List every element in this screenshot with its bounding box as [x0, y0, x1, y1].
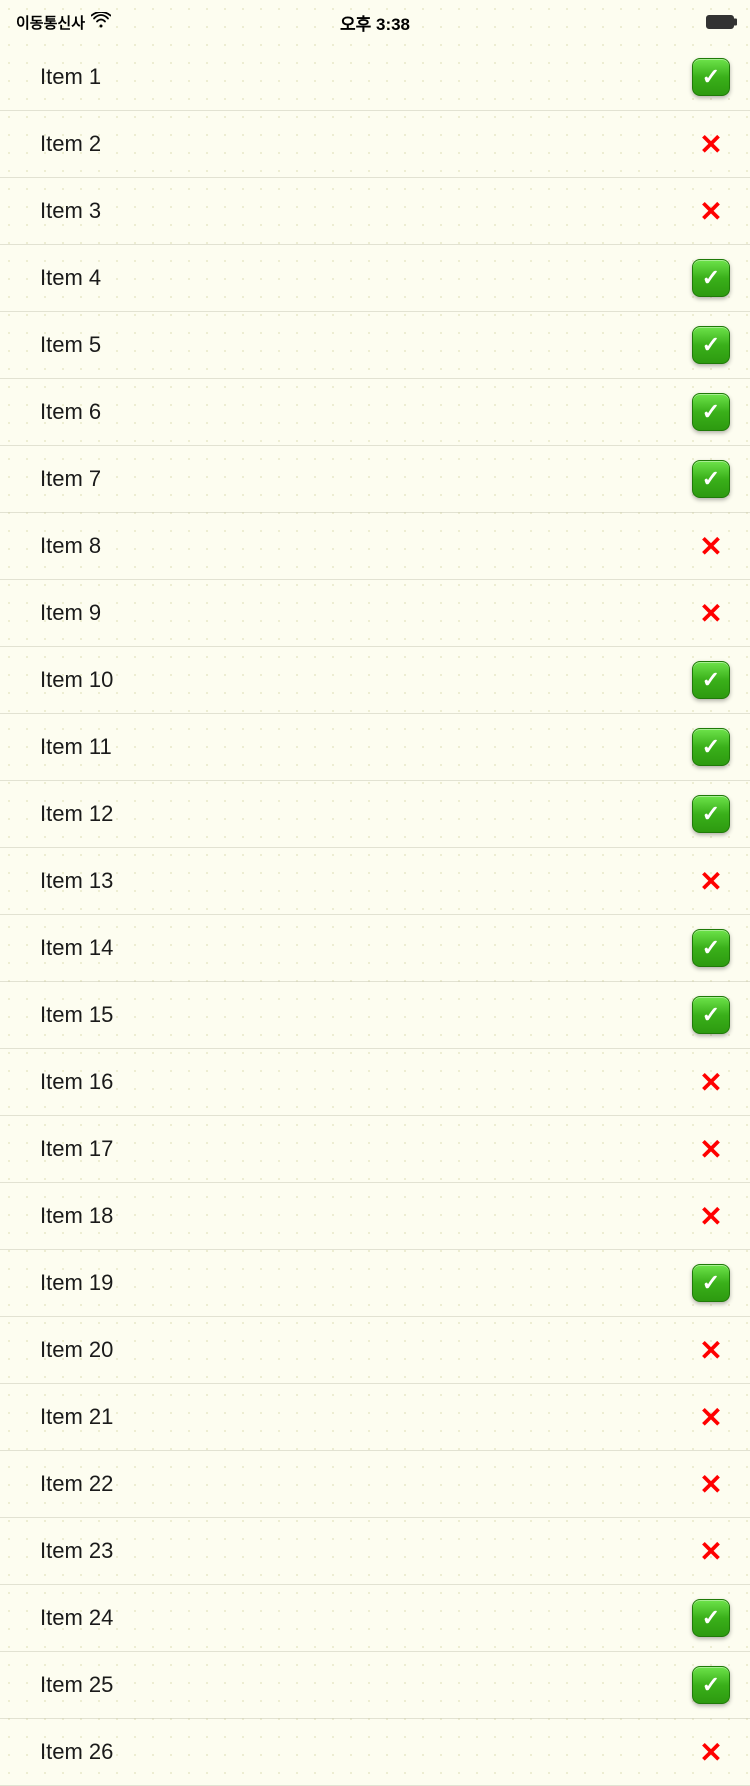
cross-icon: ✕ [692, 1733, 730, 1771]
item-label: Item 5 [40, 332, 101, 358]
list-item[interactable]: Item 22 ✕ [0, 1451, 750, 1518]
list-item[interactable]: Item 17 ✕ [0, 1116, 750, 1183]
list-item[interactable]: Item 6 ✓ [0, 379, 750, 446]
item-label: Item 18 [40, 1203, 113, 1229]
carrier-label: 이동통신사 [16, 12, 85, 33]
list-item[interactable]: Item 26 ✕ [0, 1719, 750, 1786]
item-label: Item 6 [40, 399, 101, 425]
checkmark-icon: ✓ [692, 795, 730, 833]
cross-icon: ✕ [692, 125, 730, 163]
list-item[interactable]: Item 19 ✓ [0, 1250, 750, 1317]
list-item[interactable]: Item 2 ✕ [0, 111, 750, 178]
list-item[interactable]: Item 13 ✕ [0, 848, 750, 915]
list-item[interactable]: Item 18 ✕ [0, 1183, 750, 1250]
item-label: Item 16 [40, 1069, 113, 1095]
list-item[interactable]: Item 23 ✕ [0, 1518, 750, 1585]
list-item[interactable]: Item 8 ✕ [0, 513, 750, 580]
list-item[interactable]: Item 10 ✓ [0, 647, 750, 714]
item-label: Item 17 [40, 1136, 113, 1162]
item-label: Item 15 [40, 1002, 113, 1028]
list-item[interactable]: Item 20 ✕ [0, 1317, 750, 1384]
list-item[interactable]: Item 1 ✓ [0, 44, 750, 111]
item-label: Item 3 [40, 198, 101, 224]
item-label: Item 8 [40, 533, 101, 559]
list-item[interactable]: Item 12 ✓ [0, 781, 750, 848]
item-label: Item 1 [40, 64, 101, 90]
cross-icon: ✕ [692, 1398, 730, 1436]
list-item[interactable]: Item 16 ✕ [0, 1049, 750, 1116]
list-item[interactable]: Item 7 ✓ [0, 446, 750, 513]
item-label: Item 24 [40, 1605, 113, 1631]
item-label: Item 19 [40, 1270, 113, 1296]
item-label: Item 11 [40, 734, 112, 760]
checkmark-icon: ✓ [692, 1264, 730, 1302]
cross-icon: ✕ [692, 1331, 730, 1369]
checkmark-icon: ✓ [692, 996, 730, 1034]
cross-icon: ✕ [692, 527, 730, 565]
item-label: Item 20 [40, 1337, 113, 1363]
item-label: Item 13 [40, 868, 113, 894]
checkmark-icon: ✓ [692, 929, 730, 967]
list-item[interactable]: Item 3 ✕ [0, 178, 750, 245]
list-container: Item 1✓Item 2✕Item 3✕Item 4✓Item 5✓Item … [0, 44, 750, 1786]
cross-icon: ✕ [692, 594, 730, 632]
checkmark-icon: ✓ [692, 1666, 730, 1704]
list-item[interactable]: Item 11 ✓ [0, 714, 750, 781]
list-item[interactable]: Item 9 ✕ [0, 580, 750, 647]
battery-icon [706, 15, 734, 29]
cross-icon: ✕ [692, 1197, 730, 1235]
cross-icon: ✕ [692, 192, 730, 230]
list-item[interactable]: Item 24 ✓ [0, 1585, 750, 1652]
checkmark-icon: ✓ [692, 661, 730, 699]
status-bar: 이동통신사 오후 3:38 [0, 0, 750, 44]
checkmark-icon: ✓ [692, 460, 730, 498]
cross-icon: ✕ [692, 1532, 730, 1570]
wifi-icon [91, 12, 111, 33]
cross-icon: ✕ [692, 862, 730, 900]
checkmark-icon: ✓ [692, 393, 730, 431]
item-label: Item 23 [40, 1538, 113, 1564]
checkmark-icon: ✓ [692, 326, 730, 364]
checkmark-icon: ✓ [692, 58, 730, 96]
item-label: Item 7 [40, 466, 101, 492]
checkmark-icon: ✓ [692, 728, 730, 766]
item-label: Item 2 [40, 131, 101, 157]
item-label: Item 4 [40, 265, 101, 291]
cross-icon: ✕ [692, 1130, 730, 1168]
checkmark-icon: ✓ [692, 1599, 730, 1637]
item-label: Item 9 [40, 600, 101, 626]
list-item[interactable]: Item 5 ✓ [0, 312, 750, 379]
checkmark-icon: ✓ [692, 259, 730, 297]
list-item[interactable]: Item 15 ✓ [0, 982, 750, 1049]
cross-icon: ✕ [692, 1465, 730, 1503]
list-item[interactable]: Item 21 ✕ [0, 1384, 750, 1451]
item-label: Item 14 [40, 935, 113, 961]
list-item[interactable]: Item 4 ✓ [0, 245, 750, 312]
item-label: Item 26 [40, 1739, 113, 1765]
list-item[interactable]: Item 25 ✓ [0, 1652, 750, 1719]
item-label: Item 25 [40, 1672, 113, 1698]
cross-icon: ✕ [692, 1063, 730, 1101]
item-label: Item 12 [40, 801, 113, 827]
time-display: 오후 3:38 [340, 10, 410, 35]
item-label: Item 22 [40, 1471, 113, 1497]
item-label: Item 21 [40, 1404, 113, 1430]
item-label: Item 10 [40, 667, 113, 693]
list-item[interactable]: Item 14 ✓ [0, 915, 750, 982]
